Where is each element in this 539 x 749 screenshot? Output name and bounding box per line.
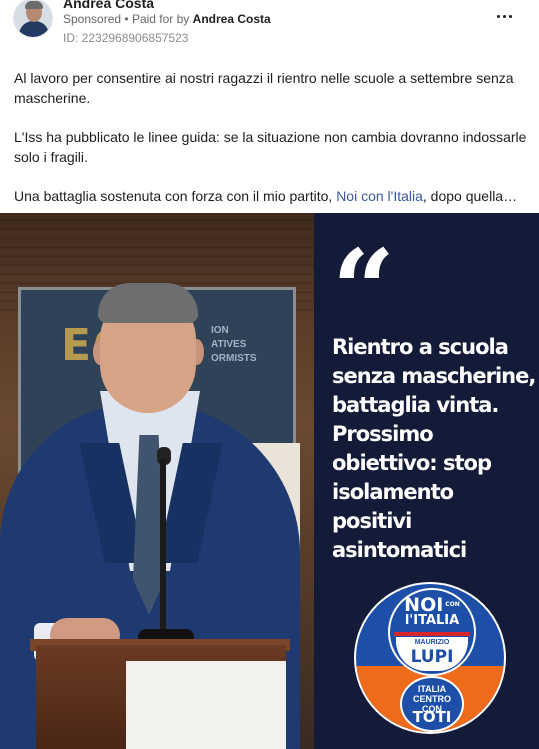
podium-panel xyxy=(126,661,286,749)
avatar[interactable] xyxy=(13,0,53,38)
party-logo: NOI CON l'ITALIA MAURIZIO LUPI ITALIA CEN… xyxy=(354,582,506,734)
more-dot xyxy=(497,15,500,18)
post-paragraph: Al lavoro per consentire ai nostri ragaz… xyxy=(14,70,514,106)
banner-text: ION ATIVES ORMISTS xyxy=(211,325,257,364)
speaker-hair xyxy=(98,283,198,323)
party-link[interactable]: Noi con l'Italia xyxy=(336,188,423,204)
logo-tricolor-stripe xyxy=(394,632,470,636)
logo-toti-text: TOTI xyxy=(412,708,452,726)
post-paragraph: L'Iss ha pubblicato le linee guida: se l… xyxy=(14,129,527,165)
more-dot xyxy=(503,15,506,18)
logo-con: CON xyxy=(445,601,460,608)
post-header: Andrea Costa Sponsored • Paid for by And… xyxy=(0,0,539,56)
meta-separator: • xyxy=(124,12,129,26)
speaker-photo: EC ION ATIVES ORMISTS xyxy=(0,213,314,749)
more-options-icon[interactable] xyxy=(497,10,513,22)
italia-centro-emblem: ITALIA CENTRO CON TOTI xyxy=(400,676,464,732)
logo-noi-text: NOI CON xyxy=(390,596,474,615)
sponsor-meta: Sponsored • Paid for by Andrea Costa xyxy=(63,12,271,26)
post-paragraph: Una battaglia sostenuta con forza con il… xyxy=(14,186,529,206)
logo-lupi-text: LUPI xyxy=(410,647,454,667)
paragraph-text: Una battaglia sostenuta con forza con il… xyxy=(14,188,337,204)
logo-italia-text: l'ITALIA xyxy=(404,613,460,628)
quote-mark-icon: “ xyxy=(332,225,396,354)
noi-con-italia-emblem: NOI CON l'ITALIA MAURIZIO LUPI xyxy=(388,588,476,676)
paragraph-text: , dopo quella… xyxy=(422,188,518,204)
quote-text: Rientro a scuola senza mascherine, batta… xyxy=(332,335,536,562)
microphone-stand xyxy=(160,459,166,639)
paid-for-by-name[interactable]: Andrea Costa xyxy=(193,12,271,26)
logo-name-box: MAURIZIO LUPI xyxy=(396,637,468,671)
author-name[interactable]: Andrea Costa xyxy=(63,0,154,11)
ad-id: ID: 2232968906857523 xyxy=(63,31,189,45)
sponsored-label: Sponsored xyxy=(63,12,122,26)
more-dot xyxy=(509,15,512,18)
logo-maurizio-text: MAURIZIO xyxy=(414,639,450,646)
avatar-body-shape xyxy=(19,21,49,37)
paid-for-prefix: Paid for by xyxy=(131,12,190,26)
post-body: Al lavoro per consentire ai nostri ragaz… xyxy=(14,68,529,225)
avatar-hair-shape xyxy=(25,1,43,9)
